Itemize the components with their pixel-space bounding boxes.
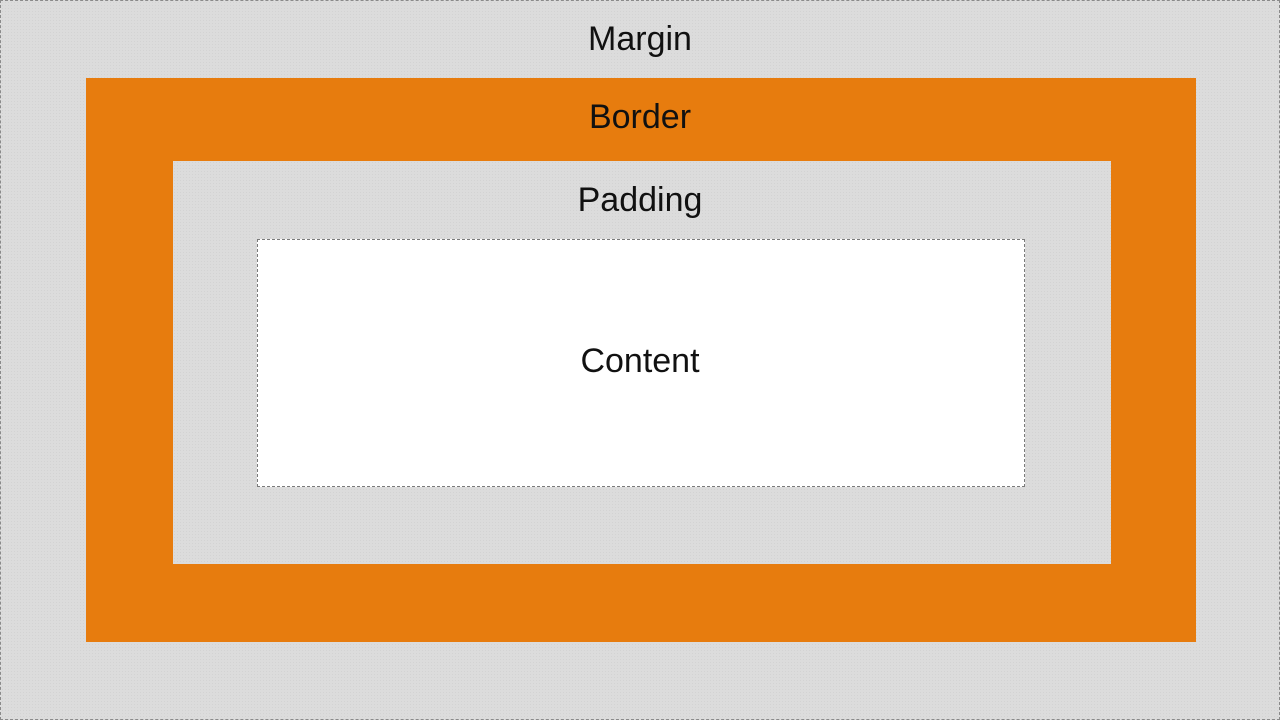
content-label: Content xyxy=(580,342,700,380)
padding-label: Padding xyxy=(577,181,703,219)
border-label: Border xyxy=(588,98,692,136)
margin-label: Margin xyxy=(588,20,692,58)
